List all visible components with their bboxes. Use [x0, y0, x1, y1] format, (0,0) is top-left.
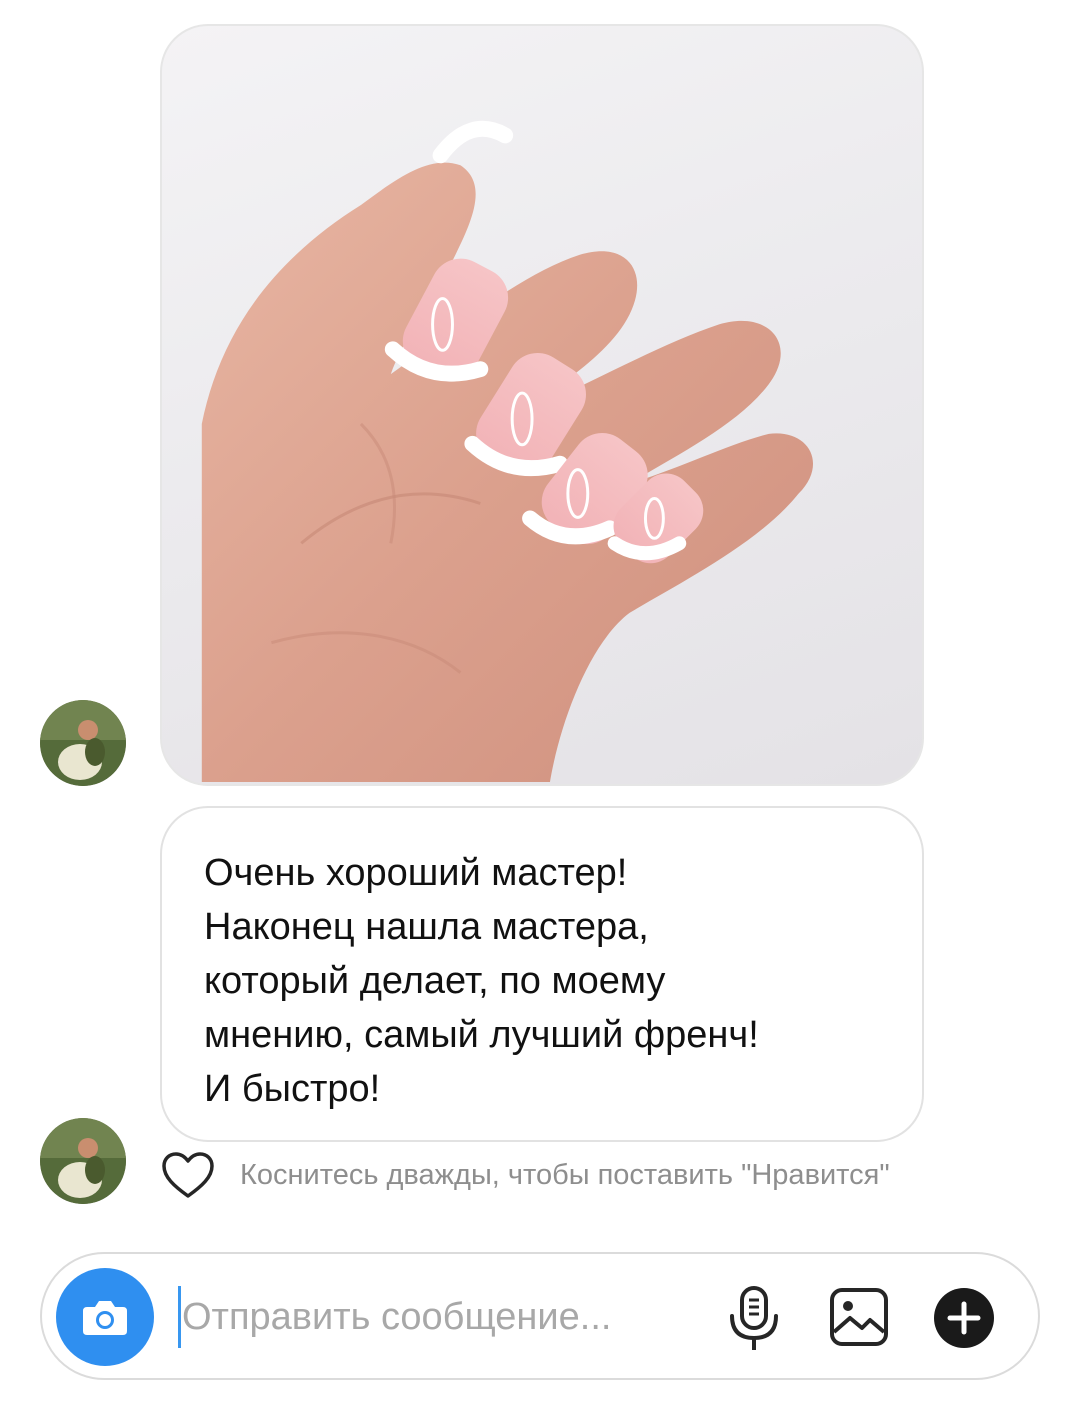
sender-avatar[interactable]	[40, 1118, 126, 1204]
voice-message-button[interactable]	[722, 1284, 786, 1354]
more-options-button[interactable]	[932, 1286, 996, 1350]
avatar-image	[40, 1118, 126, 1204]
gallery-icon	[830, 1288, 888, 1346]
photo-message[interactable]	[160, 24, 924, 786]
nail-photo	[201, 120, 814, 783]
double-tap-hint: Коснитесь дважды, чтобы поставить "Нрави…	[240, 1158, 890, 1191]
like-row: Коснитесь дважды, чтобы поставить "Нрави…	[160, 1148, 890, 1202]
microphone-icon	[730, 1286, 778, 1350]
gallery-button[interactable]	[828, 1286, 890, 1348]
avatar-image	[40, 700, 126, 786]
heart-icon[interactable]	[160, 1150, 216, 1200]
text-cursor	[178, 1286, 181, 1348]
message-input[interactable]	[182, 1280, 702, 1354]
sender-avatar[interactable]	[40, 700, 126, 786]
text-message-bubble[interactable]: Очень хороший мастер! Наконец нашла маст…	[160, 806, 924, 1142]
camera-button[interactable]	[56, 1268, 154, 1366]
message-composer	[40, 1252, 1040, 1380]
message-text: Очень хороший мастер! Наконец нашла маст…	[204, 852, 759, 1110]
plus-icon	[934, 1288, 994, 1348]
camera-icon	[83, 1301, 127, 1335]
